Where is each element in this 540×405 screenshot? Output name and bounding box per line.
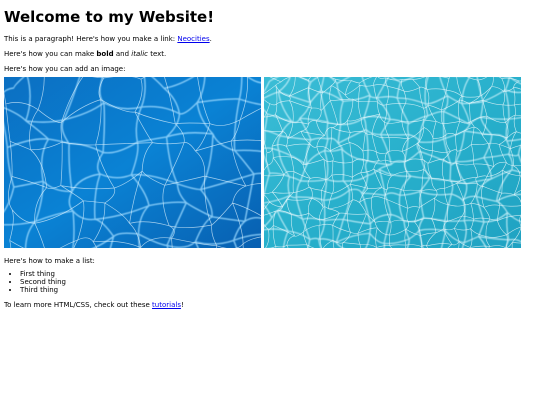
pool-water-image-deep bbox=[4, 76, 261, 248]
thing-list: First thing Second thing Third thing bbox=[4, 270, 536, 294]
formatting-paragraph: Here's how you can make bold and italic … bbox=[4, 50, 536, 58]
italic-text: italic bbox=[131, 49, 148, 58]
page-title: Welcome to my Website! bbox=[4, 8, 215, 26]
intro-paragraph: This is a paragraph! Here's how you make… bbox=[4, 35, 536, 43]
pool-water-image-light bbox=[264, 76, 521, 248]
list-paragraph: Here's how to make a list: bbox=[4, 256, 95, 265]
tutorials-prefix: To learn more HTML/CSS, check out these bbox=[4, 300, 153, 309]
formatting-suffix: text. bbox=[147, 49, 167, 58]
formatting-prefix: Here's how you can make bbox=[4, 49, 97, 58]
neocities-link[interactable]: Neocities bbox=[177, 35, 209, 43]
image-paragraph: Here's how you can add an image: bbox=[4, 64, 126, 73]
list-item: Third thing bbox=[20, 286, 536, 294]
tutorials-link[interactable]: tutorials bbox=[152, 301, 181, 309]
tutorials-suffix: ! bbox=[180, 300, 184, 309]
list-item: First thing bbox=[20, 270, 536, 278]
image-row bbox=[4, 76, 536, 248]
formatting-middle: and bbox=[113, 49, 132, 58]
bold-text: bold bbox=[96, 49, 114, 58]
tutorials-paragraph: To learn more HTML/CSS, check out these … bbox=[4, 301, 536, 309]
page-content: Welcome to my Website! This is a paragra… bbox=[0, 0, 540, 309]
intro-suffix: . bbox=[209, 34, 212, 43]
list-item: Second thing bbox=[20, 278, 536, 286]
intro-text: This is a paragraph! Here's how you make… bbox=[4, 34, 178, 43]
